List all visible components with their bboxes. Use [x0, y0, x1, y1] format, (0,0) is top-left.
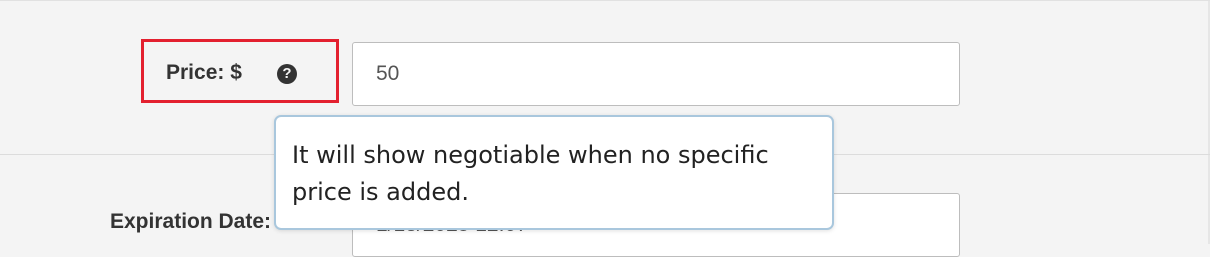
question-circle-icon[interactable]: ?: [277, 64, 297, 84]
price-input[interactable]: [352, 42, 960, 106]
price-label: Price: $: [166, 61, 242, 84]
price-help-tooltip: It will show negotiable when no specific…: [274, 115, 834, 230]
expiration-date-label: Expiration Date:: [110, 210, 272, 233]
form-panel: Price: $ ? Expiration Date: It will show…: [0, 0, 1210, 257]
price-label-highlight: Price: $ ?: [141, 39, 339, 103]
